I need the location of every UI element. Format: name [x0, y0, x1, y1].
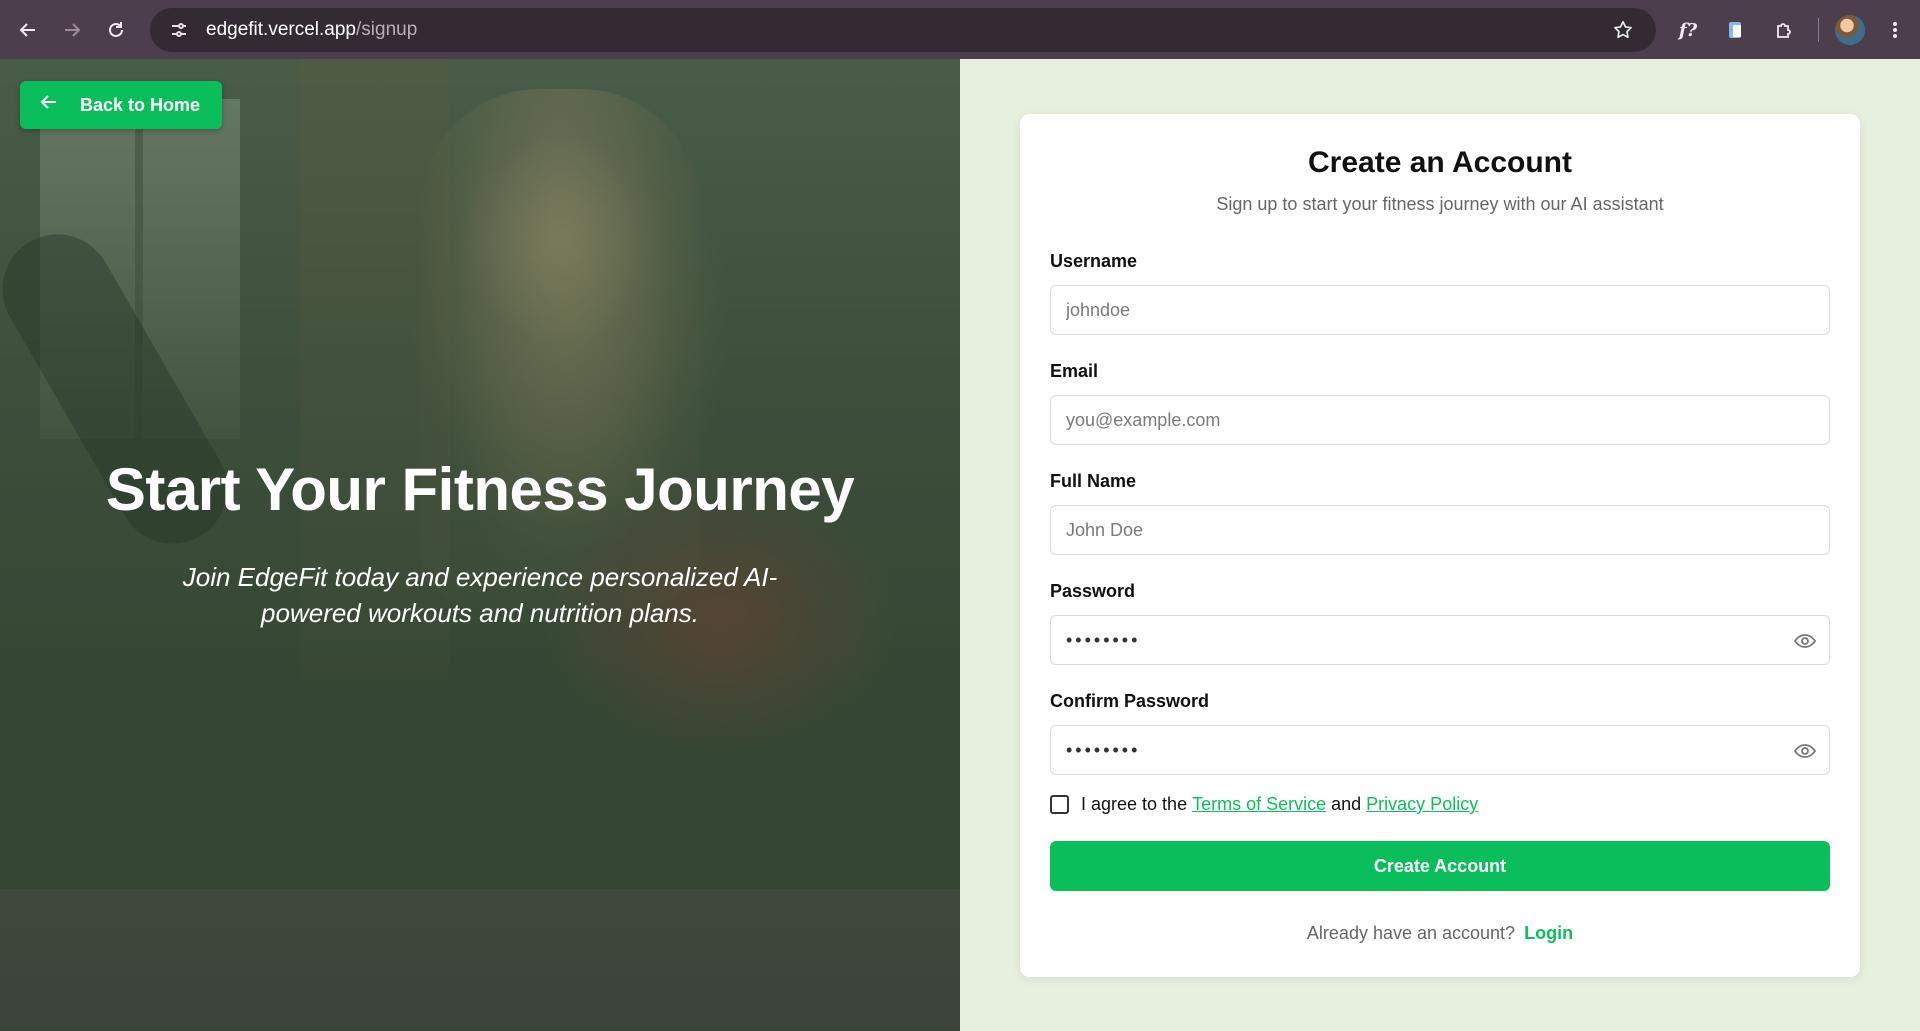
- extensions-puzzle-icon[interactable]: [1766, 12, 1802, 48]
- username-label: Username: [1050, 251, 1138, 271]
- url-text: edgefit.vercel.app/signup: [206, 19, 417, 41]
- site-info-icon[interactable]: [164, 15, 194, 45]
- extensions-area: f?: [1670, 9, 1913, 51]
- toolbar-divider: [1818, 18, 1819, 42]
- confirm-password-masked-value: ••••••••: [1066, 739, 1141, 760]
- forward-arrow-icon[interactable]: [52, 10, 92, 50]
- menu-kebab-icon[interactable]: [1877, 12, 1913, 48]
- password-field[interactable]: ••••••••: [1050, 615, 1830, 665]
- back-to-home-button[interactable]: Back to Home: [20, 81, 223, 129]
- agree-middle: and: [1331, 794, 1362, 814]
- reload-icon[interactable]: [96, 10, 136, 50]
- form-subtitle: Sign up to start your fitness journey wi…: [1216, 194, 1664, 214]
- url-path: /signup: [356, 19, 418, 40]
- password-masked-value: ••••••••: [1066, 629, 1141, 650]
- extension-docs-icon[interactable]: [1718, 12, 1754, 48]
- login-prompt: Already have an account? Login: [1020, 923, 1860, 944]
- confirm-password-field[interactable]: ••••••••: [1050, 725, 1830, 775]
- hero-green-overlay: [0, 59, 960, 1031]
- profile-avatar[interactable]: [1835, 15, 1865, 45]
- full-name-label: Full Name: [1050, 471, 1137, 491]
- confirm-password-label: Confirm Password: [1050, 691, 1210, 711]
- extension-formula-icon[interactable]: f?: [1670, 12, 1706, 48]
- address-bar[interactable]: edgefit.vercel.app/signup: [150, 8, 1656, 52]
- create-account-button[interactable]: Create Account: [1050, 841, 1830, 891]
- form-title: Create an Account: [1308, 146, 1572, 179]
- privacy-policy-link[interactable]: Privacy Policy: [1366, 794, 1478, 815]
- password-label: Password: [1050, 581, 1136, 601]
- terms-of-service-link[interactable]: Terms of Service: [1192, 794, 1326, 815]
- login-link[interactable]: Login: [1524, 923, 1573, 943]
- back-arrow-icon[interactable]: [8, 10, 48, 50]
- email-label: Email: [1050, 361, 1099, 381]
- browser-toolbar: edgefit.vercel.app/signup f?: [0, 0, 1920, 59]
- email-input[interactable]: [1066, 396, 1829, 444]
- login-prompt-text: Already have an account?: [1306, 923, 1516, 943]
- hero-subtitle: Join EdgeFit today and experience person…: [182, 562, 778, 628]
- url-host: edgefit.vercel.app: [206, 19, 356, 40]
- terms-agreement: I agree to the Terms of Service and Priv…: [1050, 794, 1483, 815]
- bookmark-star-icon[interactable]: [1608, 15, 1638, 45]
- email-field[interactable]: [1050, 395, 1830, 445]
- username-field[interactable]: [1050, 285, 1830, 335]
- agree-prefix: I agree to the: [1081, 794, 1188, 814]
- eye-icon[interactable]: [1793, 629, 1817, 653]
- terms-checkbox[interactable]: [1050, 795, 1069, 814]
- signup-card: Create an Account Sign up to start your …: [1020, 114, 1860, 977]
- username-input[interactable]: [1066, 286, 1829, 334]
- eye-icon[interactable]: [1793, 739, 1817, 763]
- hero-panel: Back to Home Start Your Fitness Journey …: [0, 59, 960, 1031]
- arrow-left-icon: [40, 93, 58, 117]
- full-name-field[interactable]: [1050, 505, 1830, 555]
- full-name-input[interactable]: [1066, 506, 1829, 554]
- hero-title: Start Your Fitness Journey: [105, 456, 855, 523]
- back-to-home-label: Back to Home: [80, 94, 201, 115]
